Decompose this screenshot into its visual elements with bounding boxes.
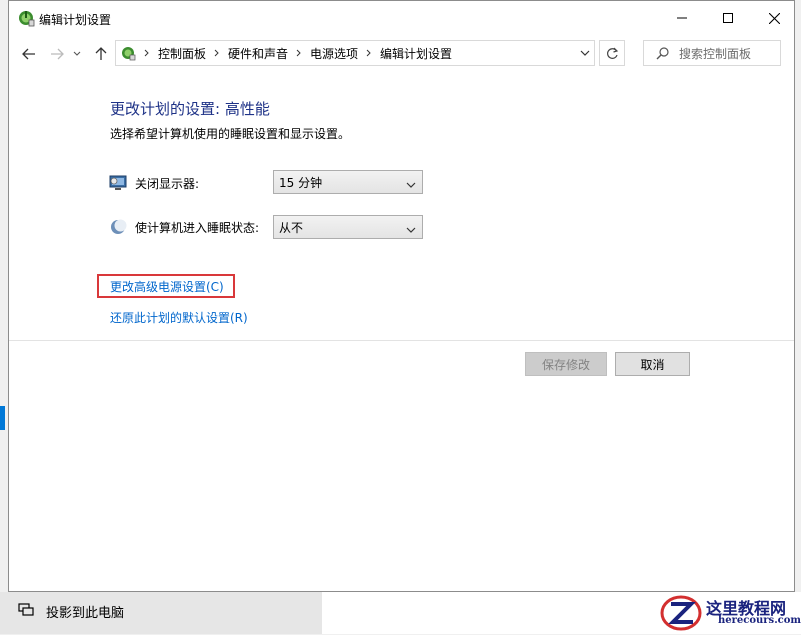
project-to-pc-item[interactable]: 投影到此电脑 <box>18 602 124 621</box>
edit-plan-window: 编辑计划设置 控制面板 硬件和声音 电源选项 编辑计划设置 搜索控制面板 更改计… <box>8 0 795 592</box>
watermark-logo-icon <box>659 594 703 632</box>
arrow-up-icon <box>95 47 107 60</box>
chevron-right-icon <box>366 49 371 57</box>
watermark: 这里教程网 herecours.com <box>655 592 801 634</box>
refresh-button[interactable] <box>599 40 625 66</box>
moon-icon <box>109 218 127 236</box>
background-accent-bar <box>0 406 5 430</box>
chevron-right-icon <box>214 49 219 57</box>
breadcrumb-control-panel[interactable]: 控制面板 <box>158 45 206 62</box>
chevron-down-icon <box>406 178 416 192</box>
forward-button[interactable] <box>47 44 67 64</box>
window-title: 编辑计划设置 <box>39 13 112 27</box>
chevron-right-icon <box>296 49 301 57</box>
refresh-icon <box>606 47 618 59</box>
breadcrumb-hardware-sound[interactable]: 硬件和声音 <box>228 45 288 62</box>
minimize-button[interactable] <box>659 1 705 35</box>
turn-off-display-value: 15 分钟 <box>279 175 323 190</box>
project-icon <box>18 602 34 621</box>
turn-off-display-row: 关闭显示器: <box>109 174 199 192</box>
back-button[interactable] <box>19 44 39 64</box>
page-title: 更改计划的设置: 高性能 <box>110 100 270 118</box>
save-changes-button[interactable]: 保存修改 <box>525 352 607 376</box>
search-icon <box>656 46 669 60</box>
chevron-down-icon <box>73 51 81 56</box>
recent-locations-button[interactable] <box>71 44 83 64</box>
close-icon <box>768 12 780 24</box>
divider <box>9 340 794 341</box>
sleep-value: 从不 <box>279 220 304 235</box>
watermark-url: herecours.com <box>718 615 801 626</box>
sleep-row: 使计算机进入睡眠状态: <box>109 218 259 236</box>
chevron-down-icon <box>406 223 416 237</box>
breadcrumb-edit-plan[interactable]: 编辑计划设置 <box>380 45 452 62</box>
maximize-icon <box>723 13 733 23</box>
navigation-bar: 控制面板 硬件和声音 电源选项 编辑计划设置 搜索控制面板 <box>9 35 794 73</box>
page-description: 选择希望计算机使用的睡眠设置和显示设置。 <box>110 127 351 141</box>
sleep-label: 使计算机进入睡眠状态: <box>135 220 260 235</box>
arrow-right-icon <box>51 48 64 60</box>
minimize-icon <box>677 17 687 19</box>
address-bar[interactable]: 控制面板 硬件和声音 电源选项 编辑计划设置 <box>115 40 595 66</box>
monitor-icon <box>109 174 127 192</box>
sleep-select[interactable]: 从不 <box>273 215 423 239</box>
maximize-button[interactable] <box>705 1 751 35</box>
search-placeholder: 搜索控制面板 <box>679 46 752 61</box>
arrow-left-icon <box>22 48 35 60</box>
up-button[interactable] <box>91 44 111 64</box>
address-dropdown-button[interactable] <box>580 46 590 60</box>
cancel-button[interactable]: 取消 <box>615 352 690 376</box>
restore-defaults-link[interactable]: 还原此计划的默认设置(R) <box>110 309 248 326</box>
chevron-right-icon <box>144 49 149 57</box>
title-bar: 编辑计划设置 <box>9 1 794 35</box>
turn-off-display-label: 关闭显示器: <box>135 176 200 191</box>
control-panel-icon <box>120 45 136 61</box>
advanced-power-settings-link[interactable]: 更改高级电源设置(C) <box>110 278 224 295</box>
turn-off-display-select[interactable]: 15 分钟 <box>273 170 423 194</box>
search-box[interactable]: 搜索控制面板 <box>643 40 781 66</box>
close-button[interactable] <box>751 1 797 35</box>
chevron-down-icon <box>580 50 590 56</box>
power-options-icon <box>17 9 35 27</box>
project-to-pc-label: 投影到此电脑 <box>46 606 125 621</box>
breadcrumb-power-options[interactable]: 电源选项 <box>310 45 358 62</box>
